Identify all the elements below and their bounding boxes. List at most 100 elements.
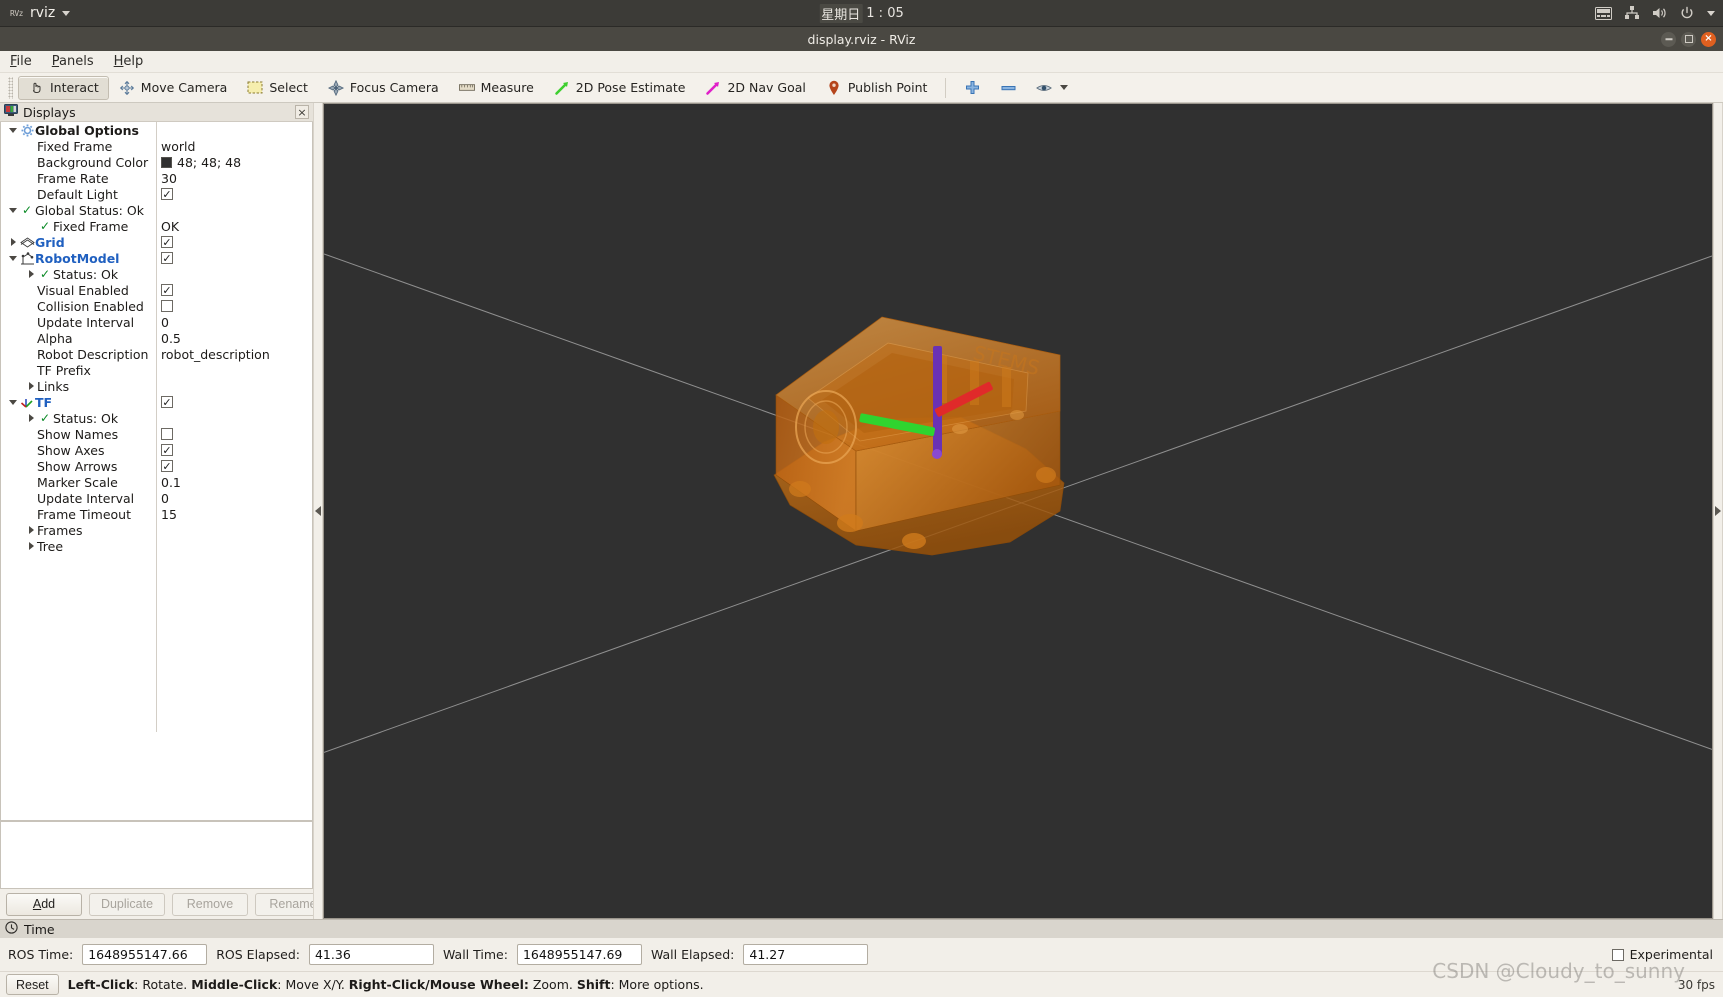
- tree-row[interactable]: Frame Timeout 15: [1, 506, 312, 522]
- network-icon[interactable]: [1625, 6, 1639, 20]
- collapse-left-chevron-icon[interactable]: [315, 506, 321, 516]
- tree-row[interactable]: Frame Rate 30: [1, 170, 312, 186]
- tool-select-button[interactable]: Select: [237, 76, 318, 100]
- tool-visibility-button[interactable]: [1026, 76, 1078, 100]
- tree-row-checkbox[interactable]: [161, 300, 173, 312]
- tree-row-checkbox[interactable]: ✓: [161, 188, 173, 200]
- tree-row[interactable]: Background Color 48; 48; 48: [1, 154, 312, 170]
- tree-row-checkbox[interactable]: ✓: [161, 236, 173, 248]
- wall-elapsed-input[interactable]: 41.27: [743, 944, 869, 965]
- system-clock[interactable]: 星期日 1 : 05: [819, 3, 904, 23]
- tree-row-checkbox[interactable]: ✓: [161, 252, 173, 264]
- remove-display-button[interactable]: Remove: [172, 892, 248, 916]
- tree-row[interactable]: Marker Scale 0.1: [1, 474, 312, 490]
- tree-row-value-cell[interactable]: world: [156, 139, 312, 154]
- close-icon[interactable]: ×: [295, 105, 309, 119]
- tree-row-checkbox[interactable]: [161, 428, 173, 440]
- tree-row[interactable]: Tree: [1, 538, 312, 554]
- tree-row-value-cell[interactable]: ✓: [156, 252, 312, 264]
- chevron-right-icon[interactable]: [25, 270, 37, 278]
- system-app-menu[interactable]: RVz rviz: [10, 5, 71, 21]
- chevron-right-icon[interactable]: [25, 414, 37, 422]
- tree-row-value-cell[interactable]: ✓: [156, 188, 312, 200]
- chevron-down-icon[interactable]: [62, 10, 71, 16]
- tool-add-button[interactable]: [954, 76, 990, 100]
- tree-row[interactable]: ✓ Status: Ok: [1, 410, 312, 426]
- chevron-right-icon[interactable]: [7, 238, 19, 246]
- chevron-right-icon[interactable]: [25, 526, 37, 534]
- minimize-button[interactable]: [1661, 31, 1676, 47]
- tree-row[interactable]: Default Light ✓: [1, 186, 312, 202]
- tree-row[interactable]: RobotModel ✓: [1, 250, 312, 266]
- visibility-chevron-icon[interactable]: [1060, 85, 1069, 90]
- ros-time-input[interactable]: 1648955147.66: [82, 944, 208, 965]
- tree-row[interactable]: Show Axes ✓: [1, 442, 312, 458]
- toolbar-grip-handle[interactable]: [8, 76, 13, 99]
- reset-button[interactable]: Reset: [6, 974, 59, 995]
- tree-row[interactable]: Global Options: [1, 122, 312, 138]
- tree-row-checkbox[interactable]: ✓: [161, 460, 173, 472]
- tree-row-value-cell[interactable]: OK: [156, 219, 312, 234]
- menu-panels[interactable]: Panels: [52, 54, 94, 69]
- tree-row[interactable]: Update Interval 0: [1, 314, 312, 330]
- tree-row-value-cell[interactable]: 30: [156, 171, 312, 186]
- system-menu-chevron-icon[interactable]: [1707, 10, 1715, 16]
- keyboard-layout-icon[interactable]: [1595, 6, 1612, 20]
- tree-row-value-cell[interactable]: ✓: [156, 460, 312, 472]
- color-swatch[interactable]: [161, 156, 172, 168]
- tree-row[interactable]: Show Names: [1, 426, 312, 442]
- tree-row[interactable]: Show Arrows ✓: [1, 458, 312, 474]
- chevron-down-icon[interactable]: [7, 255, 19, 261]
- left-dock-splitter[interactable]: [313, 103, 323, 919]
- tool-interact-button[interactable]: Interact: [18, 75, 109, 100]
- tree-row[interactable]: Robot Description robot_description: [1, 346, 312, 362]
- 3d-viewport[interactable]: STEMS: [323, 103, 1713, 919]
- tree-row[interactable]: Collision Enabled: [1, 298, 312, 314]
- chevron-down-icon[interactable]: [7, 127, 19, 133]
- tree-row[interactable]: Frames: [1, 522, 312, 538]
- tree-row-value-cell[interactable]: 0: [156, 491, 312, 506]
- ros-elapsed-input[interactable]: 41.36: [308, 944, 434, 965]
- tree-row-value-cell[interactable]: [156, 428, 312, 440]
- displays-tree-scroll[interactable]: Global Options Fixed Frame world Background…: [0, 122, 313, 821]
- tool-measure-button[interactable]: Measure: [449, 76, 544, 100]
- tree-row[interactable]: ✓ Status: Ok: [1, 266, 312, 282]
- experimental-checkbox-group[interactable]: Experimental: [1611, 947, 1713, 962]
- tree-row-value-cell[interactable]: ✓: [156, 284, 312, 296]
- wall-time-input[interactable]: 1648955147.69: [516, 944, 642, 965]
- chevron-down-icon[interactable]: [7, 207, 19, 213]
- tree-row-value-cell[interactable]: 0.1: [156, 475, 312, 490]
- menu-help[interactable]: Help: [114, 54, 144, 69]
- tree-row[interactable]: ✓ Fixed Frame OK: [1, 218, 312, 234]
- tree-row-value-cell[interactable]: ✓: [156, 236, 312, 248]
- tree-row-value-cell[interactable]: ✓: [156, 396, 312, 408]
- experimental-checkbox[interactable]: [1611, 948, 1624, 961]
- tree-row-value-cell[interactable]: 48; 48; 48: [156, 155, 312, 170]
- tree-row-value-cell[interactable]: 0.5: [156, 331, 312, 346]
- tool-2d-pose-estimate-button[interactable]: 2D Pose Estimate: [544, 76, 696, 100]
- tree-row[interactable]: Update Interval 0: [1, 490, 312, 506]
- maximize-button[interactable]: [1681, 31, 1696, 47]
- tree-row[interactable]: TF Prefix: [1, 362, 312, 378]
- tool-remove-button[interactable]: [990, 76, 1026, 100]
- tree-row[interactable]: Links: [1, 378, 312, 394]
- add-display-button[interactable]: Add: [6, 892, 82, 916]
- tree-row[interactable]: Visual Enabled ✓: [1, 282, 312, 298]
- tool-publish-point-button[interactable]: Publish Point: [816, 76, 938, 100]
- tree-row[interactable]: ✓ Global Status: Ok: [1, 202, 312, 218]
- right-dock-splitter[interactable]: [1713, 103, 1723, 919]
- tree-row[interactable]: Fixed Frame world: [1, 138, 312, 154]
- tool-move-camera-button[interactable]: Move Camera: [109, 76, 238, 100]
- duplicate-display-button[interactable]: Duplicate: [89, 892, 165, 916]
- tree-row-value-cell[interactable]: robot_description: [156, 347, 312, 362]
- close-button[interactable]: [1701, 31, 1716, 47]
- tree-row-value-cell[interactable]: ✓: [156, 444, 312, 456]
- chevron-right-icon[interactable]: [25, 382, 37, 390]
- volume-icon[interactable]: [1652, 6, 1667, 20]
- tree-row-value-cell[interactable]: [156, 300, 312, 312]
- tree-row[interactable]: Grid ✓: [1, 234, 312, 250]
- tree-row[interactable]: TF ✓: [1, 394, 312, 410]
- tree-row-checkbox[interactable]: ✓: [161, 284, 173, 296]
- collapse-right-chevron-icon[interactable]: [1715, 506, 1721, 516]
- tool-focus-camera-button[interactable]: Focus Camera: [318, 76, 449, 100]
